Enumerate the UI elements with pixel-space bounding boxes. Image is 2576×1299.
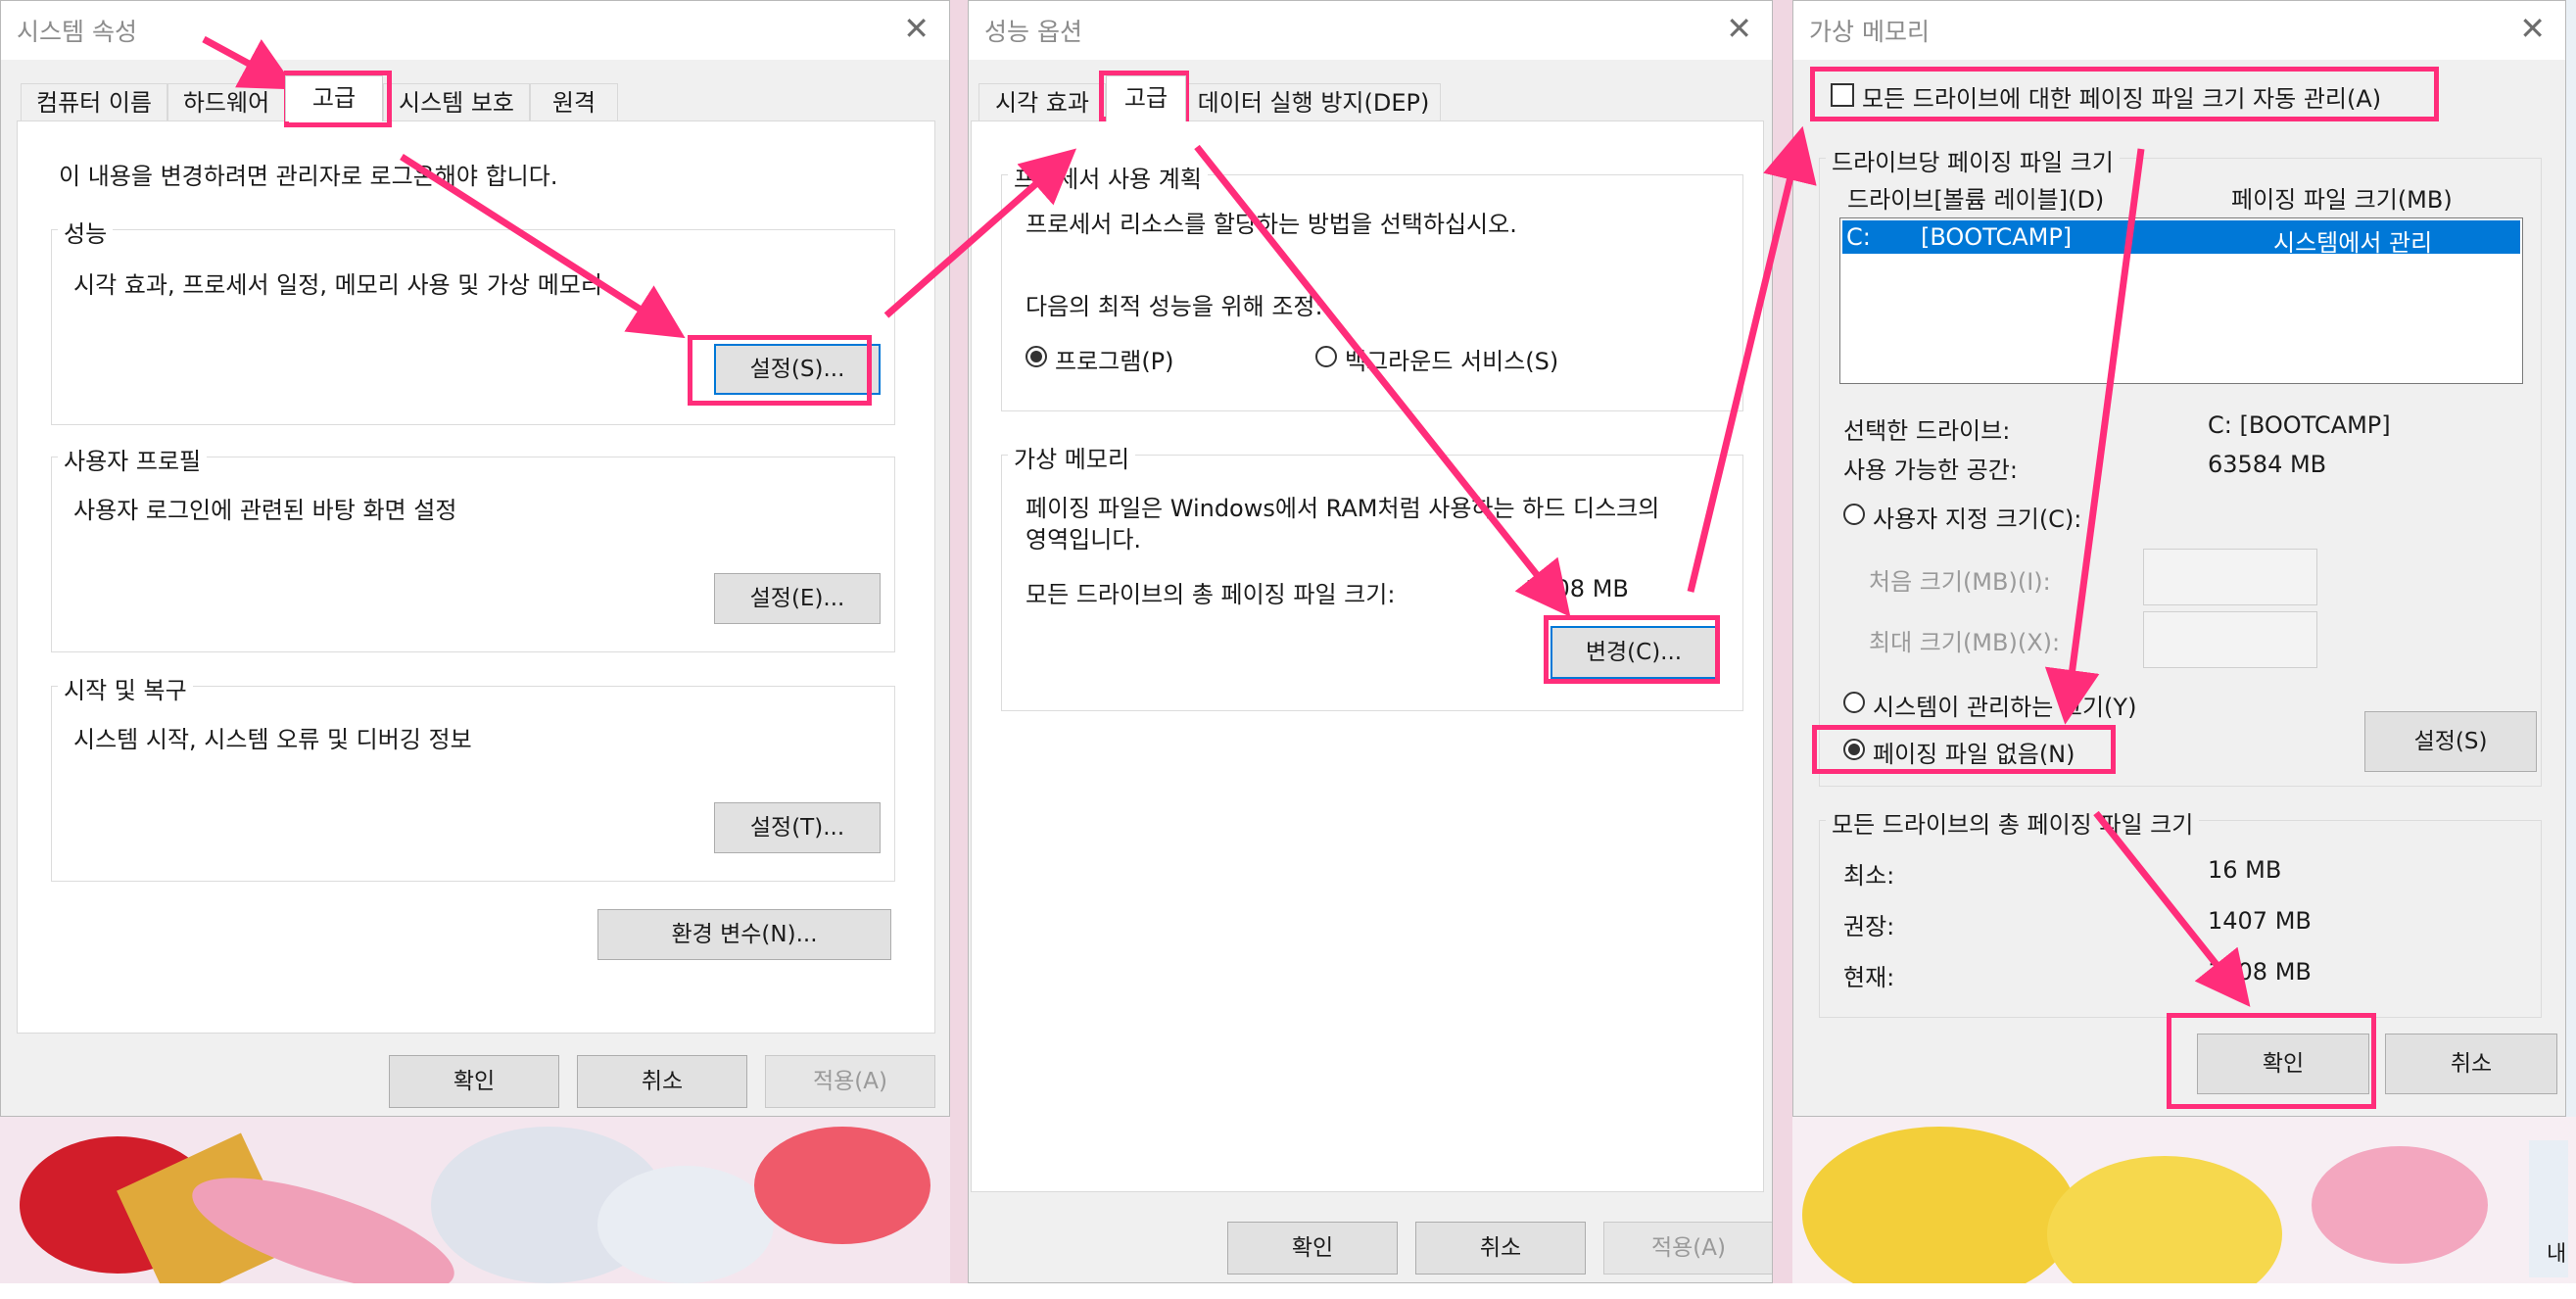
cancel-button[interactable]: 취소	[1415, 1222, 1586, 1275]
highlight-no-paging-file	[1812, 725, 2116, 774]
close-icon[interactable]: ✕	[2519, 9, 2546, 48]
set-button[interactable]: 설정(S)	[2364, 711, 2537, 772]
user-profile-group: 사용자 프로필 사용자 로그인에 관련된 바탕 화면 설정 설정(E)...	[51, 442, 895, 652]
tab-visual-effects[interactable]: 시각 효과	[978, 83, 1106, 120]
virtual-memory-desc-line1: 페이징 파일은 Windows에서 RAM처럼 사용하는 하드 디스크의	[1026, 495, 1660, 522]
environment-variables-button[interactable]: 환경 변수(N)...	[597, 909, 891, 960]
admin-notice: 이 내용을 변경하려면 관리자로 로그온해야 합니다.	[59, 163, 558, 190]
apply-button[interactable]: 적용(A)	[765, 1055, 935, 1108]
tab-advanced[interactable]: 고급	[285, 75, 383, 121]
drive-volume-label: [BOOTCAMP]	[1921, 223, 2073, 251]
radio-custom-size-label[interactable]: 사용자 지정 크기(C):	[1873, 500, 2081, 534]
wallpaper-art-left	[20, 1127, 930, 1283]
startup-recovery-group: 시작 및 복구 시스템 시작, 시스템 오류 및 디버깅 정보 설정(T)...	[51, 671, 895, 882]
free-space-value: 63584 MB	[2208, 451, 2327, 478]
tab-bar: 시각 효과 고급 데이터 실행 방지(DEP)	[969, 75, 1772, 121]
total-paging-label: 모든 드라이브의 총 페이징 파일 크기:	[1026, 581, 1396, 608]
radio-system-managed[interactable]	[1843, 692, 1865, 713]
tab-dep[interactable]: 데이터 실행 방지(DEP)	[1186, 83, 1441, 120]
apply-button[interactable]: 적용(A)	[1603, 1222, 1772, 1275]
minimum-label: 최소:	[1843, 862, 1895, 890]
virtual-memory-title: 가상 메모리	[1008, 440, 1136, 474]
minimum-value: 16 MB	[2208, 856, 2282, 884]
per-drive-group: 드라이브당 페이징 파일 크기 드라이브[볼륨 레이블](D) 페이징 파일 크…	[1819, 143, 2542, 787]
selected-drive-value: C: [BOOTCAMP]	[2208, 411, 2391, 439]
highlight-auto-manage	[1810, 67, 2439, 121]
close-icon[interactable]: ✕	[1726, 9, 1752, 48]
radio-programs-label[interactable]: 프로그램(P)	[1055, 342, 1174, 376]
drive-letter: C:	[1846, 223, 1871, 251]
performance-title: 성능	[58, 215, 114, 249]
max-size-input[interactable]	[2143, 611, 2317, 668]
startup-recovery-settings-button[interactable]: 설정(T)...	[714, 802, 881, 853]
size-column-header: 페이징 파일 크기(MB)	[2231, 186, 2453, 214]
processor-scheduling-group: 프로세서 사용 계획 프로세서 리소스를 할당하는 방법을 선택하십시오. 다음…	[1001, 160, 1743, 411]
user-profile-settings-button[interactable]: 설정(E)...	[714, 573, 881, 624]
recommended-label: 권장:	[1843, 913, 1895, 940]
startup-recovery-title: 시작 및 복구	[58, 671, 193, 705]
processor-scheduling-title: 프로세서 사용 계획	[1008, 160, 1208, 194]
desktop-wallpaper-top-right	[2566, 0, 2576, 1117]
total-paging-value: 1408 MB	[1525, 575, 1629, 602]
drive-list[interactable]: C: [BOOTCAMP] 시스템에서 관리	[1839, 217, 2523, 384]
highlight-ok-button	[2167, 1013, 2376, 1109]
total-paging-title: 모든 드라이브의 총 페이징 파일 크기	[1826, 805, 2200, 840]
desktop-wallpaper-right: 내	[1792, 1117, 2576, 1283]
window-title: 성능 옵션	[984, 18, 1082, 46]
selected-drive-label: 선택한 드라이브:	[1843, 417, 2011, 445]
desktop-wallpaper-left	[0, 1117, 950, 1283]
tab-bar: 컴퓨터 이름 하드웨어 고급 시스템 보호 원격	[1, 75, 949, 121]
tab-remote[interactable]: 원격	[530, 83, 618, 120]
tab-system-protection[interactable]: 시스템 보호	[383, 83, 530, 120]
virtual-memory-window: 가상 메모리 ✕ 모든 드라이브에 대한 페이징 파일 크기 자동 관리(A) …	[1792, 0, 2566, 1117]
radio-custom-size[interactable]	[1843, 504, 1865, 525]
virtual-memory-desc-line2: 영역입니다.	[1026, 526, 1142, 553]
performance-desc: 시각 효과, 프로세서 일정, 메모리 사용 및 가상 메모리	[73, 271, 602, 299]
user-profile-desc: 사용자 로그인에 관련된 바탕 화면 설정	[73, 497, 457, 524]
title-bar: 성능 옵션 ✕	[969, 1, 1772, 60]
cancel-button[interactable]: 취소	[577, 1055, 747, 1108]
current-label: 현재:	[1843, 964, 1895, 991]
tab-advanced[interactable]: 고급	[1106, 75, 1186, 121]
radio-background-services-label[interactable]: 백그라운드 서비스(S)	[1345, 342, 1558, 376]
close-icon[interactable]: ✕	[903, 9, 930, 48]
title-bar: 시스템 속성 ✕	[1, 1, 949, 60]
max-size-label: 최대 크기(MB)(X):	[1869, 629, 2061, 656]
title-bar: 가상 메모리 ✕	[1793, 1, 2565, 60]
window-title: 시스템 속성	[17, 18, 137, 46]
startup-recovery-desc: 시스템 시작, 시스템 오류 및 디버깅 정보	[73, 726, 472, 753]
desktop-wallpaper-gap2	[1773, 0, 1792, 1283]
drive-list-row[interactable]: C: [BOOTCAMP] 시스템에서 관리	[1842, 220, 2520, 257]
window-title: 가상 메모리	[1809, 18, 1930, 46]
current-value: 1408 MB	[2208, 958, 2312, 986]
initial-size-label: 처음 크기(MB)(I):	[1869, 568, 2051, 596]
per-drive-title: 드라이브당 페이징 파일 크기	[1826, 143, 2120, 177]
initial-size-input[interactable]	[2143, 549, 2317, 605]
highlight-performance-settings	[688, 335, 872, 406]
recommended-value: 1407 MB	[2208, 907, 2312, 935]
tab-hardware[interactable]: 하드웨어	[167, 83, 285, 120]
radio-system-managed-label[interactable]: 시스템이 관리하는 크기(Y)	[1873, 688, 2136, 722]
tab-computer-name[interactable]: 컴퓨터 이름	[21, 83, 167, 120]
wallpaper-art-right	[1802, 1127, 2568, 1283]
highlight-change-button	[1544, 615, 1720, 684]
desktop-corner-text: 내	[2547, 1242, 2567, 1267]
drive-column-header: 드라이브[볼륨 레이블](D)	[1847, 186, 2105, 214]
total-paging-group: 모든 드라이브의 총 페이징 파일 크기 최소: 16 MB 권장: 1407 …	[1819, 805, 2542, 1018]
desktop-wallpaper-gap	[950, 0, 968, 1283]
cancel-button[interactable]: 취소	[2385, 1034, 2557, 1094]
advanced-tab-panel: 이 내용을 변경하려면 관리자로 로그온해야 합니다. 성능 시각 효과, 프로…	[17, 120, 935, 1034]
ok-button[interactable]: 확인	[389, 1055, 559, 1108]
free-space-label: 사용 가능한 공간:	[1843, 457, 2018, 484]
system-properties-window: 시스템 속성 ✕ 컴퓨터 이름 하드웨어 고급 시스템 보호 원격 이 내용을 …	[0, 0, 950, 1117]
drive-paging-size: 시스템에서 관리	[2273, 229, 2433, 257]
radio-background-services[interactable]	[1315, 346, 1337, 367]
user-profile-title: 사용자 프로필	[58, 442, 208, 476]
optimize-label: 다음의 최적 성능을 위해 조정:	[1026, 293, 1323, 320]
processor-scheduling-desc: 프로세서 리소스를 할당하는 방법을 선택하십시오.	[1026, 211, 1517, 238]
ok-button[interactable]: 확인	[1227, 1222, 1398, 1275]
radio-programs[interactable]	[1026, 346, 1047, 367]
